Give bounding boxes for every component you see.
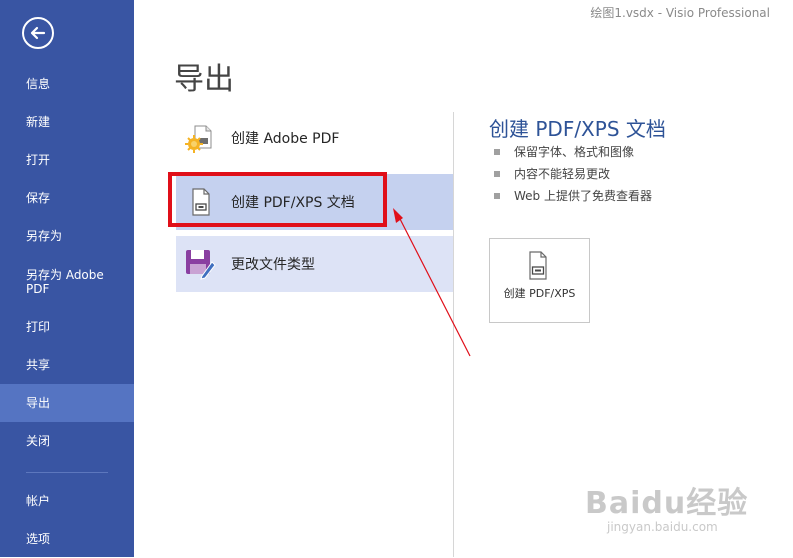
back-arrow-icon[interactable] xyxy=(22,17,54,49)
nav-print[interactable]: 打印 xyxy=(0,308,134,346)
create-pdf-xps-button[interactable]: 创建 PDF/XPS xyxy=(489,238,590,323)
pdf-xps-document-icon xyxy=(527,251,553,285)
nav-export[interactable]: 导出 xyxy=(0,384,134,422)
nav-close[interactable]: 关闭 xyxy=(0,422,134,460)
nav-options[interactable]: 选项 xyxy=(0,520,134,558)
bullet-square-icon xyxy=(494,192,500,199)
nav-new[interactable]: 新建 xyxy=(0,103,134,141)
option-label: 更改文件类型 xyxy=(231,257,315,273)
nav-info[interactable]: 信息 xyxy=(0,65,134,103)
detail-bullet: 保留字体、格式和图像 xyxy=(494,143,634,160)
watermark-url: jingyan.baidu.com xyxy=(607,520,718,534)
nav-divider xyxy=(26,472,108,473)
detail-title: 创建 PDF/XPS 文档 xyxy=(489,117,666,141)
option-label: 创建 Adobe PDF xyxy=(231,131,340,147)
baidu-watermark: Baidu经验 jingyan.baidu.com xyxy=(585,478,775,548)
nav-account[interactable]: 帐户 xyxy=(0,482,134,520)
panel-divider xyxy=(453,112,454,557)
annotation-highlight-box xyxy=(168,172,387,227)
bullet-square-icon xyxy=(494,170,500,177)
backstage-sidebar: 信息 新建 打开 保存 另存为 另存为 Adobe PDF 打印 共享 导出 关… xyxy=(0,0,134,557)
change-file-type-icon xyxy=(184,248,216,280)
detail-bullet: Web 上提供了免费查看器 xyxy=(494,187,652,204)
window-title: 绘图1.vsdx - Visio Professional xyxy=(590,6,770,20)
watermark-logo-text: Baidu经验 xyxy=(585,486,749,521)
create-pdf-xps-button-label: 创建 PDF/XPS xyxy=(503,287,576,300)
adobe-pdf-icon xyxy=(184,122,216,154)
bullet-square-icon xyxy=(494,148,500,155)
detail-bullet: 内容不能轻易更改 xyxy=(494,165,610,182)
nav-open[interactable]: 打开 xyxy=(0,141,134,179)
nav-save-as-adobe-pdf[interactable]: 另存为 Adobe PDF xyxy=(0,261,134,305)
option-create-adobe-pdf[interactable]: 创建 Adobe PDF xyxy=(176,110,453,166)
nav-share[interactable]: 共享 xyxy=(0,346,134,384)
nav-save-as[interactable]: 另存为 xyxy=(0,217,134,255)
page-title: 导出 xyxy=(174,62,234,97)
nav-save[interactable]: 保存 xyxy=(0,179,134,217)
option-change-file-type[interactable]: 更改文件类型 xyxy=(176,236,453,292)
